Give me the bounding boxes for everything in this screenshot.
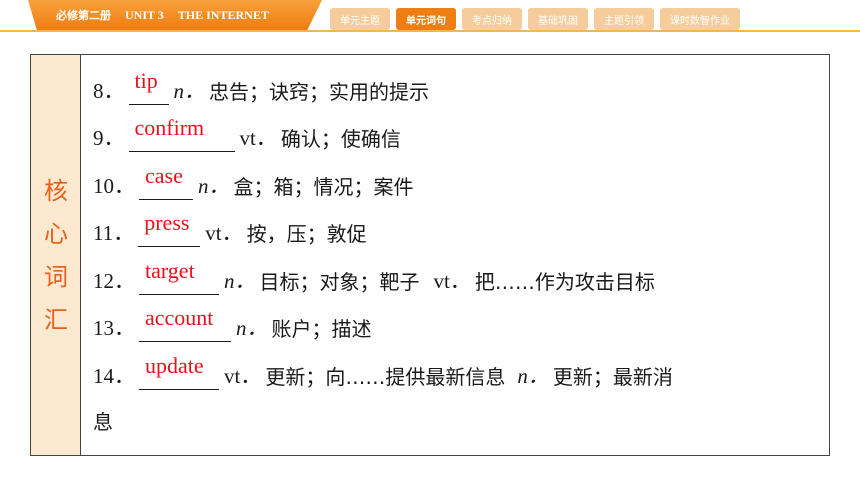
part-of-speech: n． <box>198 173 230 198</box>
part-of-speech-2: vt． <box>433 268 471 293</box>
meaning: 确认；使确信 <box>280 127 401 151</box>
book-name: 必修第二册 <box>56 9 111 22</box>
vocab-list: 8． tip n． 忠告；诀窍；实用的提示 9． confirm vt． 确认；… <box>93 67 823 444</box>
vocab-item: 9． confirm vt． 确认；使确信 <box>93 115 823 163</box>
answer-word: confirm <box>134 115 205 140</box>
answer-blank: tip <box>128 68 169 105</box>
meaning-continuation: 息 <box>93 409 113 434</box>
vocab-item: 10． case n． 盒；箱；情况；案件 <box>93 162 823 210</box>
tab-key-points[interactable]: 考点归纳 <box>462 8 522 30</box>
answer-blank: confirm <box>128 115 235 152</box>
item-number: 11． <box>93 221 135 245</box>
answer-word: press <box>144 210 190 235</box>
item-number: 14． <box>93 363 135 388</box>
part-of-speech: n． <box>173 78 206 103</box>
side-char: 核 <box>44 177 68 205</box>
vocab-item: 13． account n． 账户；描述 <box>93 305 823 353</box>
side-label: 核 心 词 汇 <box>31 55 81 455</box>
answer-blank: account <box>139 305 231 342</box>
meaning-2: 把……作为攻击目标 <box>474 269 655 294</box>
part-of-speech: vt． <box>205 221 243 245</box>
answer-word: update <box>145 352 204 378</box>
tab-unit-vocab[interactable]: 单元词句 <box>396 8 456 30</box>
side-char: 汇 <box>44 306 68 334</box>
answer-blank: press <box>138 210 201 247</box>
meaning: 忠告；诀窍；实用的提示 <box>209 79 429 104</box>
answer-word: target <box>145 257 195 283</box>
answer-word: tip <box>134 67 158 93</box>
vocab-item: 12． target n． 目标；对象；靶子 vt． 把……作为攻击目标 <box>93 257 823 305</box>
answer-blank: target <box>139 258 219 295</box>
part-of-speech: n． <box>224 268 256 293</box>
top-bar: 必修第二册 UNIT 3 THE INTERNET 单元主题 单元词句 考点归纳… <box>0 0 860 32</box>
section-tabs: 单元主题 单元词句 考点归纳 基础巩固 主题引领 课时数智作业 <box>330 8 740 30</box>
vocab-item: 11． press vt． 按，压；敦促 <box>93 210 823 258</box>
answer-blank: case <box>139 163 193 200</box>
part-of-speech: vt． <box>239 126 277 150</box>
unit-banner: 必修第二册 UNIT 3 THE INTERNET <box>28 0 322 30</box>
answer-word: account <box>145 305 214 330</box>
part-of-speech-2: n． <box>517 363 549 388</box>
answer-blank: update <box>139 353 219 390</box>
side-char: 词 <box>44 263 68 291</box>
part-of-speech: n． <box>236 316 268 340</box>
vocab-item: 8． tip n． 忠告；诀窍；实用的提示 <box>93 67 823 115</box>
tab-unit-theme[interactable]: 单元主题 <box>330 8 390 30</box>
meaning: 盒；箱；情况；案件 <box>233 174 414 199</box>
unit-title: THE INTERNET <box>177 7 269 22</box>
tab-theme-lead[interactable]: 主题引领 <box>594 8 654 30</box>
vocab-panel: 核 心 词 汇 8． tip n． 忠告；诀窍；实用的提示 9． confirm… <box>30 54 830 456</box>
unit-number: UNIT 3 <box>125 7 164 22</box>
vocab-item-continuation: 息 <box>93 400 823 444</box>
side-char: 心 <box>44 220 68 248</box>
item-number: 13． <box>93 316 135 340</box>
vocab-item: 14． update vt． 更新；向……提供最新信息 n． 更新；最新消 <box>93 352 823 400</box>
item-number: 9． <box>93 126 125 150</box>
meaning: 账户；描述 <box>271 317 372 341</box>
meaning: 更新；向……提供最新信息 <box>265 364 506 389</box>
answer-word: case <box>145 162 183 188</box>
part-of-speech: vt． <box>224 363 262 388</box>
meaning: 按，压；敦促 <box>246 222 367 246</box>
meaning: 目标；对象；靶子 <box>259 269 420 294</box>
tab-basic-practice[interactable]: 基础巩固 <box>528 8 588 30</box>
side-title: 核 心 词 汇 <box>31 171 81 335</box>
item-number: 10． <box>93 173 135 198</box>
item-number: 8． <box>93 78 125 103</box>
item-number: 12． <box>93 268 135 293</box>
top-divider <box>0 30 860 32</box>
meaning-2: 更新；最新消 <box>552 364 673 389</box>
tab-homework[interactable]: 课时数智作业 <box>660 8 740 30</box>
